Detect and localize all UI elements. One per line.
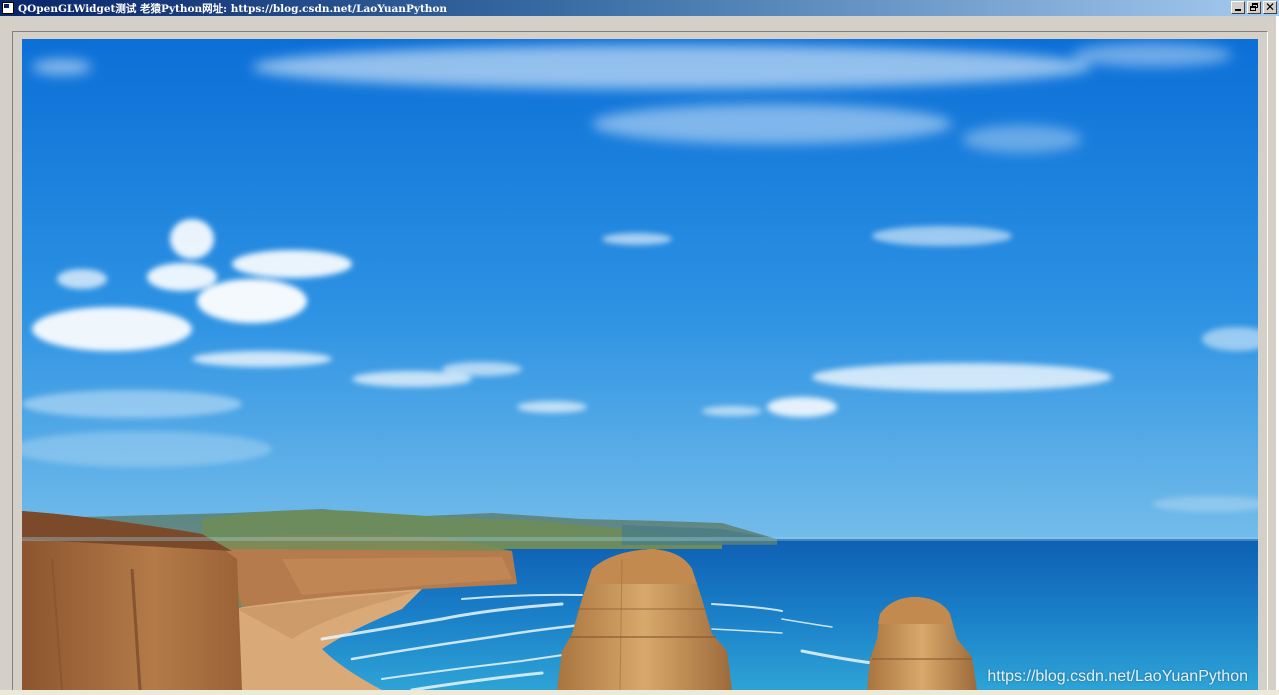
window-bottom-edge <box>0 690 1279 695</box>
app-window-icon[interactable] <box>2 2 14 14</box>
minimize-icon <box>1235 9 1241 11</box>
opengl-widget[interactable]: https://blog.csdn.net/LaoYuanPython <box>22 39 1258 690</box>
restore-button[interactable] <box>1247 1 1261 14</box>
title-bar[interactable]: QOpenGLWidget测试 老猿Python网址: https://blog… <box>0 0 1279 16</box>
minimize-button[interactable] <box>1231 1 1245 14</box>
close-button[interactable]: ✕ <box>1263 0 1277 14</box>
watermark-text: https://blog.csdn.net/LaoYuanPython <box>987 668 1248 685</box>
window-title: QOpenGLWidget测试 老猿Python网址: https://blog… <box>18 2 448 15</box>
restore-icon-back <box>1250 6 1256 11</box>
window-controls: ✕ <box>1231 0 1277 14</box>
coastal-cliffs-photo <box>22 39 1258 690</box>
close-icon: ✕ <box>1264 0 1276 14</box>
